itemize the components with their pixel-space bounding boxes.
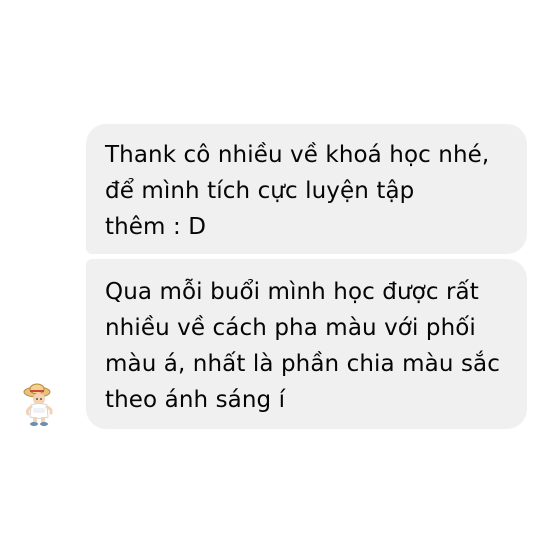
sticker-avatar-icon[interactable] — [20, 381, 60, 427]
message-line: nhiều về cách pha màu với phối — [105, 315, 476, 341]
message-line: Thank cô nhiều về khoá học nhé, — [105, 142, 490, 168]
message-bubble[interactable]: Thank cô nhiều về khoá học nhé, để mình … — [86, 124, 527, 254]
chat-thread: Thank cô nhiều về khoá học nhé, để mình … — [0, 0, 556, 556]
message-line: theo ánh sáng í — [105, 387, 286, 413]
message-line: để mình tích cực luyện tập — [105, 178, 415, 204]
message-bubble[interactable]: Qua mỗi buổi mình học được rất nhiều về … — [86, 259, 527, 429]
message-line: Qua mỗi buổi mình học được rất — [105, 279, 479, 305]
message-line: màu á, nhất là phần chia màu sắc — [105, 351, 500, 377]
message-line: thêm : D — [105, 214, 207, 240]
